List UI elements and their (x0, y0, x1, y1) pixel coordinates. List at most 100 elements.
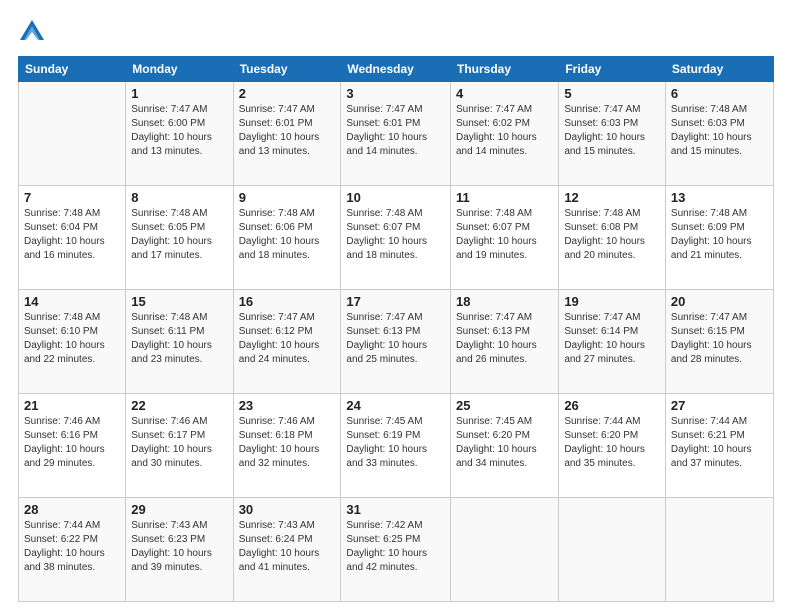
calendar-header-monday: Monday (126, 57, 233, 82)
day-number: 9 (239, 190, 336, 205)
day-number: 15 (131, 294, 227, 309)
calendar-cell: 9 Sunrise: 7:48 AM Sunset: 6:06 PM Daylig… (233, 186, 341, 290)
day-info: Sunrise: 7:47 AM Sunset: 6:03 PM Dayligh… (564, 103, 660, 159)
calendar-cell: 10 Sunrise: 7:48 AM Sunset: 6:07 PM Dayli… (341, 186, 451, 290)
day-info: Sunrise: 7:48 AM Sunset: 6:11 PM Dayligh… (131, 311, 227, 367)
calendar-cell (665, 498, 773, 602)
calendar-week-4: 21 Sunrise: 7:46 AM Sunset: 6:16 PM Dayli… (19, 394, 774, 498)
calendar-cell: 13 Sunrise: 7:48 AM Sunset: 6:09 PM Dayli… (665, 186, 773, 290)
day-info: Sunrise: 7:43 AM Sunset: 6:24 PM Dayligh… (239, 519, 336, 575)
calendar-header-sunday: Sunday (19, 57, 126, 82)
calendar-cell: 8 Sunrise: 7:48 AM Sunset: 6:05 PM Daylig… (126, 186, 233, 290)
calendar-cell: 25 Sunrise: 7:45 AM Sunset: 6:20 PM Dayli… (450, 394, 558, 498)
day-info: Sunrise: 7:48 AM Sunset: 6:05 PM Dayligh… (131, 207, 227, 263)
calendar-cell: 3 Sunrise: 7:47 AM Sunset: 6:01 PM Daylig… (341, 82, 451, 186)
calendar-header-thursday: Thursday (450, 57, 558, 82)
day-number: 31 (346, 502, 445, 517)
day-number: 12 (564, 190, 660, 205)
calendar-cell: 16 Sunrise: 7:47 AM Sunset: 6:12 PM Dayli… (233, 290, 341, 394)
calendar-cell: 17 Sunrise: 7:47 AM Sunset: 6:13 PM Dayli… (341, 290, 451, 394)
day-number: 6 (671, 86, 768, 101)
day-number: 10 (346, 190, 445, 205)
calendar-cell: 24 Sunrise: 7:45 AM Sunset: 6:19 PM Dayli… (341, 394, 451, 498)
day-info: Sunrise: 7:47 AM Sunset: 6:12 PM Dayligh… (239, 311, 336, 367)
calendar-cell: 23 Sunrise: 7:46 AM Sunset: 6:18 PM Dayli… (233, 394, 341, 498)
day-info: Sunrise: 7:48 AM Sunset: 6:07 PM Dayligh… (346, 207, 445, 263)
day-number: 29 (131, 502, 227, 517)
day-number: 19 (564, 294, 660, 309)
day-info: Sunrise: 7:45 AM Sunset: 6:20 PM Dayligh… (456, 415, 553, 471)
day-number: 24 (346, 398, 445, 413)
calendar-cell: 2Sunrise: 7:47 AM Sunset: 6:01 PM Daylig… (233, 82, 341, 186)
day-number: 16 (239, 294, 336, 309)
day-info: Sunrise: 7:46 AM Sunset: 6:18 PM Dayligh… (239, 415, 336, 471)
day-number: 13 (671, 190, 768, 205)
calendar-cell: 4 Sunrise: 7:47 AM Sunset: 6:02 PM Daylig… (450, 82, 558, 186)
calendar-week-2: 7 Sunrise: 7:48 AM Sunset: 6:04 PM Daylig… (19, 186, 774, 290)
day-info: Sunrise: 7:48 AM Sunset: 6:09 PM Dayligh… (671, 207, 768, 263)
day-info: Sunrise: 7:48 AM Sunset: 6:04 PM Dayligh… (24, 207, 120, 263)
calendar-header-saturday: Saturday (665, 57, 773, 82)
calendar-cell: 26 Sunrise: 7:44 AM Sunset: 6:20 PM Dayli… (559, 394, 666, 498)
day-number: 4 (456, 86, 553, 101)
calendar-cell: 5 Sunrise: 7:47 AM Sunset: 6:03 PM Daylig… (559, 82, 666, 186)
calendar-cell: 21 Sunrise: 7:46 AM Sunset: 6:16 PM Dayli… (19, 394, 126, 498)
day-info: Sunrise: 7:48 AM Sunset: 6:03 PM Dayligh… (671, 103, 768, 159)
calendar-table: SundayMondayTuesdayWednesdayThursdayFrid… (18, 56, 774, 602)
calendar-cell: 20 Sunrise: 7:47 AM Sunset: 6:15 PM Dayli… (665, 290, 773, 394)
day-info: Sunrise: 7:48 AM Sunset: 6:10 PM Dayligh… (24, 311, 120, 367)
day-number: 30 (239, 502, 336, 517)
calendar-cell (450, 498, 558, 602)
calendar-cell: 27Sunrise: 7:44 AM Sunset: 6:21 PM Dayli… (665, 394, 773, 498)
day-info: Sunrise: 7:48 AM Sunset: 6:08 PM Dayligh… (564, 207, 660, 263)
day-info: Sunrise: 7:44 AM Sunset: 6:20 PM Dayligh… (564, 415, 660, 471)
calendar-cell: 6 Sunrise: 7:48 AM Sunset: 6:03 PM Daylig… (665, 82, 773, 186)
calendar-header-wednesday: Wednesday (341, 57, 451, 82)
day-info: Sunrise: 7:47 AM Sunset: 6:14 PM Dayligh… (564, 311, 660, 367)
day-number: 8 (131, 190, 227, 205)
day-info: Sunrise: 7:47 AM Sunset: 6:01 PM Dayligh… (239, 103, 336, 159)
calendar-cell (559, 498, 666, 602)
calendar-cell: 30 Sunrise: 7:43 AM Sunset: 6:24 PM Dayli… (233, 498, 341, 602)
day-number: 17 (346, 294, 445, 309)
day-number: 22 (131, 398, 227, 413)
day-number: 3 (346, 86, 445, 101)
day-info: Sunrise: 7:48 AM Sunset: 6:07 PM Dayligh… (456, 207, 553, 263)
day-info: Sunrise: 7:47 AM Sunset: 6:02 PM Dayligh… (456, 103, 553, 159)
day-info: Sunrise: 7:45 AM Sunset: 6:19 PM Dayligh… (346, 415, 445, 471)
day-info: Sunrise: 7:47 AM Sunset: 6:01 PM Dayligh… (346, 103, 445, 159)
day-number: 28 (24, 502, 120, 517)
calendar-cell: 11Sunrise: 7:48 AM Sunset: 6:07 PM Dayli… (450, 186, 558, 290)
calendar-week-5: 28Sunrise: 7:44 AM Sunset: 6:22 PM Dayli… (19, 498, 774, 602)
calendar-week-1: 1 Sunrise: 7:47 AM Sunset: 6:00 PM Daylig… (19, 82, 774, 186)
calendar-cell: 22Sunrise: 7:46 AM Sunset: 6:17 PM Dayli… (126, 394, 233, 498)
day-info: Sunrise: 7:47 AM Sunset: 6:00 PM Dayligh… (131, 103, 227, 159)
day-number: 7 (24, 190, 120, 205)
day-info: Sunrise: 7:48 AM Sunset: 6:06 PM Dayligh… (239, 207, 336, 263)
calendar-week-3: 14Sunrise: 7:48 AM Sunset: 6:10 PM Dayli… (19, 290, 774, 394)
day-number: 21 (24, 398, 120, 413)
header (18, 18, 774, 46)
calendar-header-row: SundayMondayTuesdayWednesdayThursdayFrid… (19, 57, 774, 82)
day-number: 5 (564, 86, 660, 101)
calendar-cell: 1 Sunrise: 7:47 AM Sunset: 6:00 PM Daylig… (126, 82, 233, 186)
day-info: Sunrise: 7:47 AM Sunset: 6:15 PM Dayligh… (671, 311, 768, 367)
calendar-cell: 12 Sunrise: 7:48 AM Sunset: 6:08 PM Dayli… (559, 186, 666, 290)
day-number: 20 (671, 294, 768, 309)
day-info: Sunrise: 7:43 AM Sunset: 6:23 PM Dayligh… (131, 519, 227, 575)
day-info: Sunrise: 7:46 AM Sunset: 6:16 PM Dayligh… (24, 415, 120, 471)
calendar-cell (19, 82, 126, 186)
day-number: 25 (456, 398, 553, 413)
calendar-cell: 15 Sunrise: 7:48 AM Sunset: 6:11 PM Dayli… (126, 290, 233, 394)
calendar-cell: 18Sunrise: 7:47 AM Sunset: 6:13 PM Dayli… (450, 290, 558, 394)
day-number: 23 (239, 398, 336, 413)
day-info: Sunrise: 7:47 AM Sunset: 6:13 PM Dayligh… (346, 311, 445, 367)
logo (18, 18, 50, 46)
day-info: Sunrise: 7:44 AM Sunset: 6:21 PM Dayligh… (671, 415, 768, 471)
calendar-header-friday: Friday (559, 57, 666, 82)
logo-icon (18, 18, 46, 46)
calendar-header-tuesday: Tuesday (233, 57, 341, 82)
day-number: 18 (456, 294, 553, 309)
day-number: 26 (564, 398, 660, 413)
day-number: 1 (131, 86, 227, 101)
